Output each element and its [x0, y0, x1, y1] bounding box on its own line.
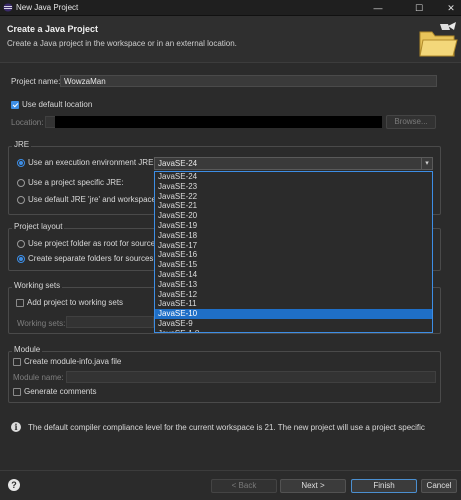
- eclipse-app-icon: [3, 3, 13, 12]
- exec-env-option[interactable]: JavaSE-17: [155, 241, 432, 251]
- default-jre-label: Use default JRE 'jre' and workspace c: [28, 195, 163, 204]
- exec-env-option[interactable]: JavaSE-20: [155, 211, 432, 221]
- exec-env-dropdown-list[interactable]: JavaSE-24 JavaSE-23 JavaSE-22 JavaSE-21 Java…: [154, 171, 433, 333]
- exec-env-combo-value: JavaSE-24: [158, 159, 198, 168]
- specific-jre-radio[interactable]: [17, 179, 25, 187]
- wizard-header: Create a Java Project Create a Java proj…: [0, 16, 461, 63]
- info-message: The default compiler compliance level fo…: [28, 423, 425, 432]
- create-module-info-checkbox[interactable]: [13, 358, 21, 366]
- exec-env-option[interactable]: JavaSE-21: [155, 201, 432, 211]
- project-name-label: Project name:: [11, 77, 61, 86]
- maximize-button[interactable]: ☐: [403, 0, 435, 16]
- use-default-location-checkbox[interactable]: [11, 101, 19, 109]
- exec-env-option[interactable]: JavaSE-12: [155, 290, 432, 300]
- layout-separate-label: Create separate folders for sources a: [28, 254, 161, 263]
- exec-env-option[interactable]: JavaSE-19: [155, 221, 432, 231]
- generate-comments-checkbox[interactable]: [13, 388, 21, 396]
- jre-group-title: JRE: [12, 140, 32, 149]
- exec-env-option[interactable]: JavaSE-13: [155, 280, 432, 290]
- chevron-down-icon[interactable]: ▾: [421, 158, 432, 169]
- module-group-title: Module: [12, 345, 43, 354]
- module-name-input: [66, 371, 436, 383]
- exec-env-option[interactable]: JavaSE-10: [155, 309, 432, 319]
- project-name-input[interactable]: WowzaMan: [60, 75, 437, 87]
- window-title: New Java Project: [16, 3, 79, 12]
- exec-env-label: Use an execution environment JRE:: [28, 158, 156, 167]
- close-window-button[interactable]: ✕: [435, 0, 461, 16]
- exec-env-option[interactable]: JavaSE-15: [155, 260, 432, 270]
- layout-root-label: Use project folder as root for sources: [28, 239, 160, 248]
- create-module-info-label: Create module-info.java file: [24, 357, 122, 366]
- layout-root-radio[interactable]: [17, 240, 25, 248]
- exec-env-option[interactable]: JavaSE-23: [155, 182, 432, 192]
- default-jre-radio[interactable]: [17, 196, 25, 204]
- layout-group-title: Project layout: [12, 222, 65, 231]
- exec-env-option[interactable]: JavaSE-9: [155, 319, 432, 329]
- exec-env-option[interactable]: JavaSE-18: [155, 231, 432, 241]
- folder-wizard-icon: [419, 22, 458, 57]
- location-label: Location:: [11, 118, 44, 127]
- exec-env-option[interactable]: JavaSE-24: [155, 172, 432, 182]
- add-working-sets-checkbox[interactable]: [16, 299, 24, 307]
- working-sets-label: Working sets:: [17, 319, 66, 328]
- use-default-location-label: Use default location: [22, 100, 93, 109]
- minimize-button[interactable]: —: [362, 0, 394, 16]
- exec-env-option[interactable]: JavaSE-16: [155, 250, 432, 260]
- info-icon: i: [11, 422, 21, 432]
- browse-button[interactable]: Browse...: [386, 115, 436, 129]
- exec-env-option[interactable]: JavaSE-14: [155, 270, 432, 280]
- add-working-sets-label: Add project to working sets: [27, 298, 124, 307]
- page-description: Create a Java project in the workspace o…: [7, 39, 237, 48]
- window-titlebar: New Java Project — ☐ ✕: [0, 0, 461, 16]
- exec-env-option[interactable]: JavaSE-22: [155, 192, 432, 202]
- exec-env-option[interactable]: JavaSE-1.8: [155, 329, 432, 332]
- next-button[interactable]: Next >: [280, 479, 346, 493]
- working-sets-group-title: Working sets: [12, 281, 63, 290]
- footer-separator: [0, 470, 461, 471]
- back-button[interactable]: < Back: [211, 479, 277, 493]
- finish-button[interactable]: Finish: [351, 479, 417, 493]
- cancel-button[interactable]: Cancel: [421, 479, 457, 493]
- module-name-label: Module name:: [13, 373, 64, 382]
- exec-env-combo[interactable]: JavaSE-24 ▾: [154, 157, 433, 170]
- redacted-location: [55, 116, 382, 128]
- generate-comments-label: Generate comments: [24, 387, 97, 396]
- working-sets-combo: [66, 316, 154, 328]
- layout-separate-radio[interactable]: [17, 255, 25, 263]
- exec-env-option[interactable]: JavaSE-11: [155, 299, 432, 309]
- help-icon[interactable]: ?: [8, 479, 20, 491]
- page-title: Create a Java Project: [7, 24, 99, 34]
- exec-env-radio[interactable]: [17, 159, 25, 167]
- specific-jre-label: Use a project specific JRE:: [28, 178, 124, 187]
